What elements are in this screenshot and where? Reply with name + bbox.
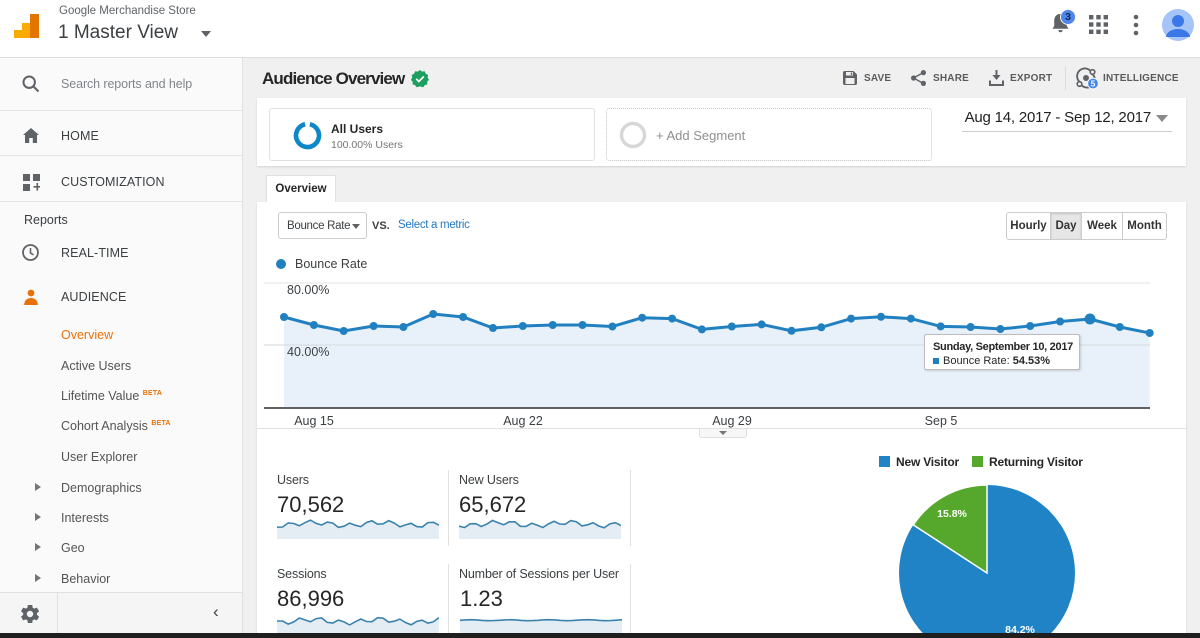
- svg-text:40.00%: 40.00%: [287, 345, 329, 359]
- svg-text:Sep 5: Sep 5: [925, 414, 958, 428]
- svg-text:5: 5: [1091, 79, 1096, 89]
- svg-text:Aug 22: Aug 22: [503, 414, 543, 428]
- svg-text:Aug 15: Aug 15: [294, 414, 334, 428]
- svg-text:Aug 29: Aug 29: [712, 414, 752, 428]
- svg-text:15.8%: 15.8%: [937, 508, 967, 520]
- svg-text:80.00%: 80.00%: [287, 283, 329, 297]
